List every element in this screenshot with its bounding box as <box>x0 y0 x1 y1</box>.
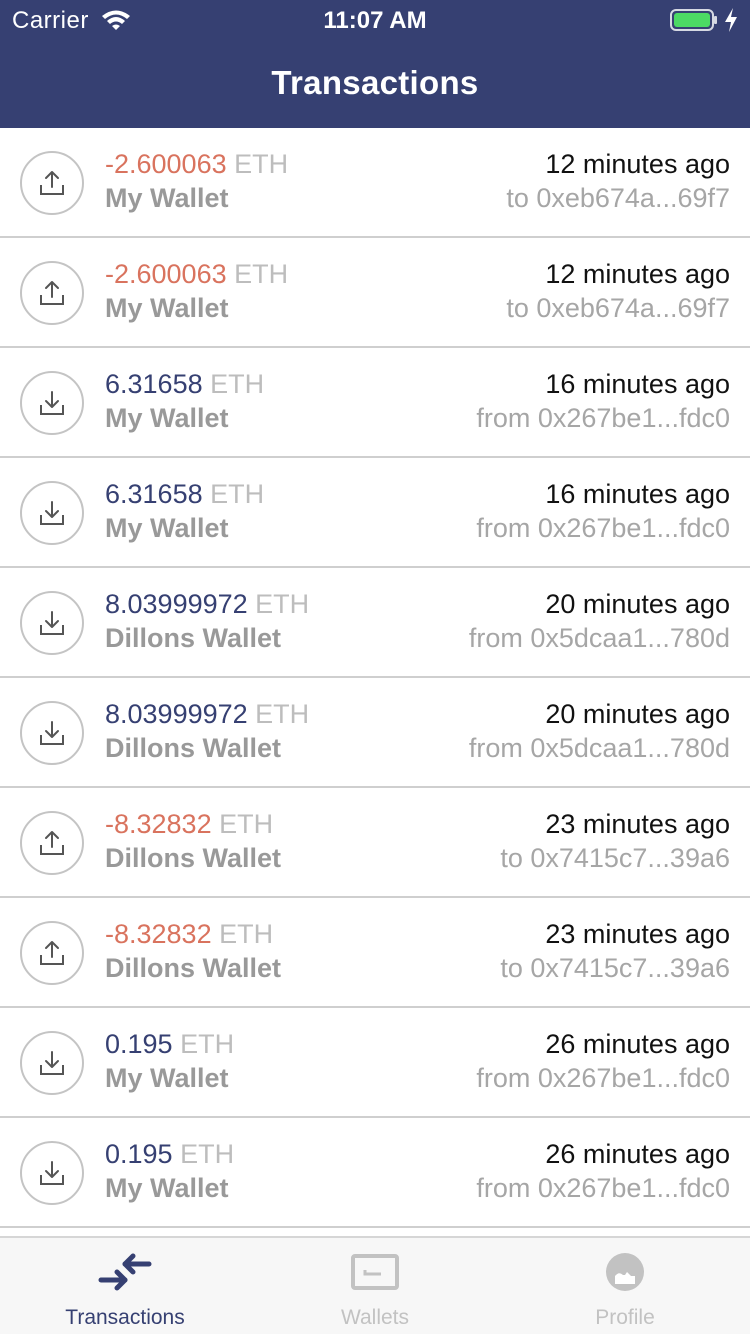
amount: 0.195 ETH <box>105 1139 234 1170</box>
page-title: Transactions <box>271 64 479 101</box>
wallet-icon <box>351 1254 399 1290</box>
transactions-icon <box>98 1253 152 1291</box>
counterparty-address: from 0x5dcaa1...780d <box>468 733 730 763</box>
wallet-name: Dillons Wallet <box>105 843 282 873</box>
upload-icon <box>20 151 84 215</box>
amount-unit: ETH <box>255 589 310 619</box>
counterparty-address: to 0xeb674a...69f7 <box>506 183 730 213</box>
amount-value: -2.600063 <box>105 149 227 179</box>
amount-unit: ETH <box>180 1029 235 1059</box>
download-icon <box>20 371 84 435</box>
amount: 6.31658 ETH <box>105 369 264 400</box>
amount: 8.03999972 ETH <box>105 699 309 730</box>
wallet-name: My Wallet <box>105 183 229 213</box>
amount-unit: ETH <box>210 369 265 399</box>
tab-profile[interactable]: Profile <box>500 1238 750 1334</box>
amount: 8.03999972 ETH <box>105 589 309 620</box>
amount: -8.32832 ETH <box>105 919 273 950</box>
download-icon <box>20 1141 84 1205</box>
wallet-name: My Wallet <box>105 513 229 543</box>
amount-unit: ETH <box>255 699 310 729</box>
transaction-row[interactable]: 0.195 ETH My Wallet 26 minutes ago from 0x2… <box>0 1008 750 1118</box>
battery-icon <box>670 9 717 31</box>
timestamp: 12 minutes ago <box>545 259 730 289</box>
status-time: 11:07 AM <box>323 7 427 34</box>
wallet-name: Dillons Wallet <box>105 953 282 983</box>
upload-icon <box>20 811 84 875</box>
upload-icon <box>20 921 84 985</box>
amount-unit: ETH <box>180 1139 235 1169</box>
download-icon <box>20 591 84 655</box>
timestamp: 20 minutes ago <box>545 699 730 729</box>
charging-bolt-icon <box>725 8 737 32</box>
transaction-row[interactable]: 8.03999972 ETH Dillons Wallet 20 minutes a… <box>0 568 750 678</box>
timestamp: 23 minutes ago <box>545 809 730 839</box>
transaction-row[interactable]: 6.31658 ETH My Wallet 16 minutes ago from 0… <box>0 348 750 458</box>
amount: 6.31658 ETH <box>105 479 264 510</box>
transaction-row[interactable]: 6.31658 ETH My Wallet 16 minutes ago from 0… <box>0 458 750 568</box>
amount: -2.600063 ETH <box>105 259 288 290</box>
transaction-row[interactable]: 8.03999972 ETH Dillons Wallet 20 minutes a… <box>0 678 750 788</box>
transaction-row[interactable]: 0.195 ETH My Wallet 26 minutes ago from 0x2… <box>0 1118 750 1228</box>
wallet-name: Dillons Wallet <box>105 733 282 763</box>
tab-label: Transactions <box>65 1306 185 1329</box>
counterparty-address: from 0x267be1...fdc0 <box>476 513 730 543</box>
transaction-row[interactable]: -8.32832 ETH Dillons Wallet 23 minutes ago… <box>0 788 750 898</box>
amount-value: 8.03999972 <box>105 589 248 619</box>
timestamp: 20 minutes ago <box>545 589 730 619</box>
wallet-name: My Wallet <box>105 1173 229 1203</box>
amount-value: 0.195 <box>105 1029 173 1059</box>
timestamp: 26 minutes ago <box>545 1139 730 1169</box>
download-icon <box>20 481 84 545</box>
amount-value: -2.600063 <box>105 259 227 289</box>
counterparty-address: from 0x267be1...fdc0 <box>476 403 730 433</box>
tab-wallets[interactable]: Wallets <box>250 1238 500 1334</box>
upload-icon <box>20 261 84 325</box>
tab-transactions[interactable]: Transactions <box>0 1238 250 1334</box>
amount: -8.32832 ETH <box>105 809 273 840</box>
tab-bar: Transactions Wallets Profile <box>0 1236 750 1334</box>
amount: 0.195 ETH <box>105 1029 234 1060</box>
download-icon <box>20 1031 84 1095</box>
amount-value: 6.31658 <box>105 479 203 509</box>
wallet-name: My Wallet <box>105 1063 229 1093</box>
counterparty-address: to 0xeb674a...69f7 <box>506 293 730 323</box>
timestamp: 12 minutes ago <box>545 149 730 179</box>
tab-label: Wallets <box>340 1306 410 1329</box>
timestamp: 23 minutes ago <box>545 919 730 949</box>
counterparty-address: from 0x267be1...fdc0 <box>476 1173 730 1203</box>
timestamp: 26 minutes ago <box>545 1029 730 1059</box>
transaction-row[interactable]: -2.600063 ETH My Wallet 12 minutes ago to 0… <box>0 128 750 238</box>
navigation-header: Carrier 11:07 AM Transactions <box>0 0 750 128</box>
amount-value: 6.31658 <box>105 369 203 399</box>
amount-value: -8.32832 <box>105 809 212 839</box>
profile-icon <box>606 1253 644 1291</box>
amount-unit: ETH <box>234 149 289 179</box>
timestamp: 16 minutes ago <box>545 479 730 509</box>
download-icon <box>20 701 84 765</box>
tab-label: Profile <box>595 1306 655 1329</box>
amount-unit: ETH <box>219 919 274 949</box>
counterparty-address: to 0x7415c7...39a6 <box>500 953 730 983</box>
wallet-name: My Wallet <box>105 403 229 433</box>
amount-value: -8.32832 <box>105 919 212 949</box>
counterparty-address: from 0x267be1...fdc0 <box>476 1063 730 1093</box>
amount: -2.600063 ETH <box>105 149 288 180</box>
amount-value: 8.03999972 <box>105 699 248 729</box>
amount-unit: ETH <box>219 809 274 839</box>
amount-value: 0.195 <box>105 1139 173 1169</box>
timestamp: 16 minutes ago <box>545 369 730 399</box>
counterparty-address: from 0x5dcaa1...780d <box>468 623 730 653</box>
counterparty-address: to 0x7415c7...39a6 <box>500 843 730 873</box>
wallet-name: Dillons Wallet <box>105 623 282 653</box>
wallet-name: My Wallet <box>105 293 229 323</box>
amount-unit: ETH <box>234 259 289 289</box>
amount-unit: ETH <box>210 479 265 509</box>
transaction-row[interactable]: -8.32832 ETH Dillons Wallet 23 minutes ago… <box>0 898 750 1008</box>
transaction-row[interactable]: -2.600063 ETH My Wallet 12 minutes ago to 0… <box>0 238 750 348</box>
transactions-list[interactable]: -2.600063 ETH My Wallet 12 minutes ago to 0… <box>0 128 750 1236</box>
status-bar: Carrier 11:07 AM <box>0 0 750 40</box>
